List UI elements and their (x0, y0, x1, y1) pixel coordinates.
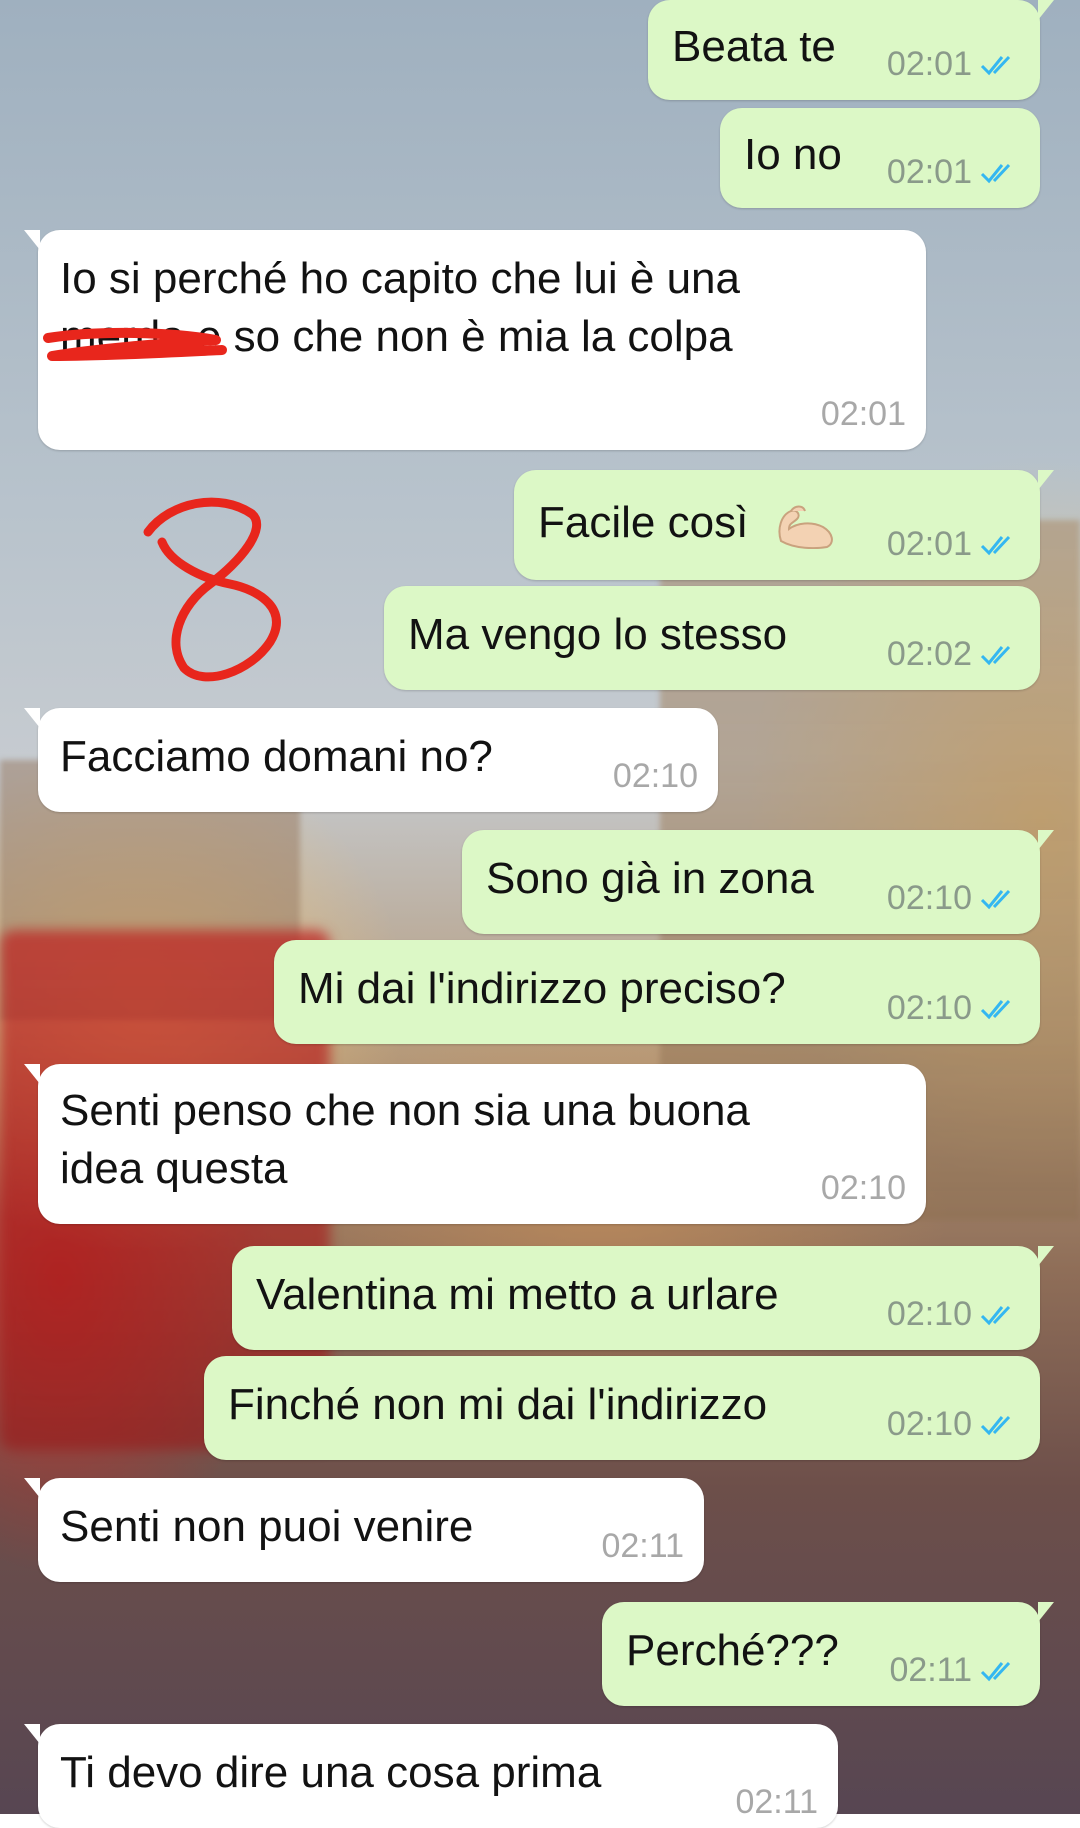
message-outgoing[interactable]: Sono già in zona 02:10 (462, 830, 1054, 934)
message-meta: 02:11 (601, 1527, 684, 1566)
double-check-icon (980, 645, 1011, 665)
double-check-icon (980, 889, 1011, 909)
message-text: Sono già in zona (486, 854, 814, 903)
message-text-line-2: idea questa (60, 1144, 288, 1193)
double-check-icon (980, 163, 1011, 183)
message-incoming[interactable]: Facciamo domani no? 02:10 (24, 708, 718, 812)
message-time: 02:02 (886, 635, 972, 673)
message-meta: 02:10 (887, 879, 1020, 918)
message-text: Beata te (672, 22, 836, 71)
message-outgoing[interactable]: Finché non mi dai l'indirizzo 02:10 (204, 1356, 1040, 1460)
message-time: 02:01 (886, 525, 972, 563)
message-time: 02:01 (886, 45, 972, 83)
red-scribble-redaction (43, 327, 227, 361)
flexed-biceps-icon (778, 505, 833, 550)
message-time: 02:10 (886, 1295, 972, 1333)
double-check-icon (980, 55, 1011, 75)
message-text: Facile così (538, 494, 839, 552)
message-meta: 02:10 (613, 757, 698, 796)
message-meta: 02:10 (887, 1405, 1020, 1444)
message-text: Finché non mi dai l'indirizzo (228, 1380, 768, 1429)
message-meta: 02:10 (887, 1295, 1020, 1334)
message-incoming[interactable]: Senti penso che non sia una buona idea q… (24, 1064, 926, 1224)
message-incoming[interactable]: Senti non puoi venire 02:11 (24, 1478, 704, 1582)
message-outgoing[interactable]: Io no 02:01 (720, 108, 1040, 208)
message-text: Ti devo dire una cosa prima (60, 1748, 602, 1797)
message-outgoing[interactable]: Perché??? 02:11 (602, 1602, 1054, 1706)
message-text: Senti non puoi venire (60, 1502, 474, 1551)
red-drawn-eight-annotation (143, 497, 281, 682)
message-time: 02:11 (889, 1651, 972, 1689)
message-meta: 02:01 (887, 45, 1020, 84)
message-text: Mi dai l'indirizzo preciso? (298, 964, 786, 1013)
message-text-line-1: Io si perché ho capito che lui è una (60, 254, 741, 303)
double-check-icon (980, 999, 1011, 1019)
message-meta: 02:02 (887, 635, 1020, 674)
message-time: 02:10 (820, 1169, 906, 1207)
message-time: 02:01 (886, 153, 972, 191)
double-check-icon (980, 535, 1011, 555)
double-check-icon (980, 1415, 1011, 1435)
message-time: 02:01 (820, 395, 906, 433)
double-check-icon (980, 1661, 1011, 1681)
message-meta: 02:10 (887, 989, 1020, 1028)
message-meta: 02:01 (821, 395, 906, 434)
message-outgoing[interactable]: Facile così 02:01 (514, 470, 1054, 580)
message-outgoing[interactable]: Valentina mi metto a urlare 02:10 (232, 1246, 1054, 1350)
message-text: Perché??? (626, 1626, 839, 1675)
message-time: 02:10 (612, 757, 698, 795)
message-time: 02:10 (886, 879, 972, 917)
message-meta: 02:10 (821, 1169, 906, 1208)
message-text: Io no (744, 130, 842, 179)
message-outgoing[interactable]: Ma vengo lo stesso 02:02 (384, 586, 1040, 690)
message-meta: 02:01 (887, 153, 1020, 192)
message-text: Ma vengo lo stesso (408, 610, 788, 659)
message-meta: 02:11 (735, 1783, 818, 1822)
message-meta: 02:11 (889, 1651, 1020, 1690)
message-outgoing[interactable]: Mi dai l'indirizzo preciso? 02:10 (274, 940, 1040, 1044)
message-meta: 02:01 (887, 525, 1020, 564)
message-text: Facciamo domani no? (60, 732, 493, 781)
message-text: Valentina mi metto a urlare (256, 1270, 779, 1319)
message-text-line-1: Senti penso che non sia una buona (60, 1086, 750, 1135)
double-check-icon (980, 1305, 1011, 1325)
message-time: 02:10 (886, 1405, 972, 1443)
message-outgoing[interactable]: Beata te 02:01 (648, 0, 1054, 100)
message-time: 02:10 (886, 989, 972, 1027)
message-time: 02:11 (735, 1783, 818, 1821)
message-incoming[interactable]: Ti devo dire una cosa prima 02:11 (24, 1724, 838, 1828)
message-time: 02:11 (601, 1527, 684, 1565)
message-text-content: Facile così (538, 498, 749, 547)
